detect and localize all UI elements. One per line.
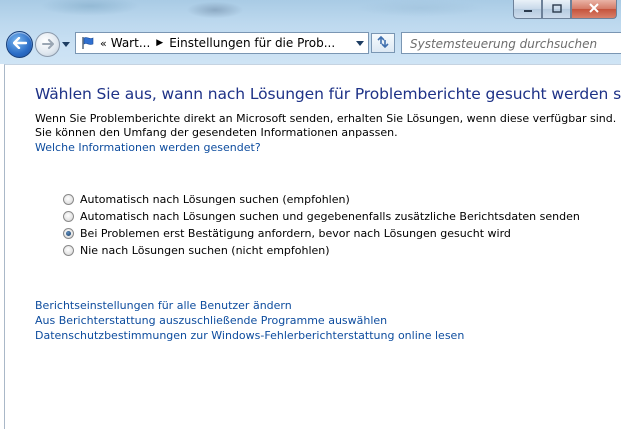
address-overflow-chevron[interactable]: « [100,37,107,50]
forward-button[interactable] [35,32,60,57]
chevron-down-icon [62,36,70,50]
page-description: Wenn Sie Problemberichte direkt an Micro… [35,112,617,139]
breadcrumb-separator-icon[interactable]: ▶ [156,38,163,48]
link-exclude-programs[interactable]: Aus Berichterstattung auszuschließende P… [35,313,464,328]
content-panel: Wählen Sie aus, wann nach Lösungen für P… [4,64,621,429]
address-bar[interactable]: « Wart... ▶ Einstellungen für die Prob..… [75,32,369,54]
option-ask-first[interactable]: Bei Problemen erst Bestätigung anfordern… [63,225,580,242]
radio-button[interactable] [63,245,74,256]
back-arrow-icon [12,36,27,52]
option-auto-check[interactable]: Automatisch nach Lösungen suchen (empfoh… [63,191,580,208]
address-dropdown-button[interactable] [352,33,368,53]
search-box[interactable] [401,32,621,54]
recent-pages-dropdown[interactable] [61,38,71,48]
minimize-button[interactable] [513,0,542,19]
caption-buttons [513,0,617,20]
option-label: Automatisch nach Lösungen suchen und geg… [80,210,580,223]
link-privacy-statement[interactable]: Datenschutzbestimmungen zur Windows-Fehl… [35,328,464,343]
radio-button[interactable] [63,211,74,222]
radio-button-selected[interactable] [63,228,74,239]
maximize-icon [551,3,562,16]
link-report-settings-all-users[interactable]: Berichtseinstellungen für alle Benutzer … [35,298,464,313]
option-never-check[interactable]: Nie nach Lösungen suchen (nicht empfohle… [63,242,580,259]
option-auto-check-with-data[interactable]: Automatisch nach Lösungen suchen und geg… [63,208,580,225]
close-button[interactable] [571,0,617,19]
option-label: Automatisch nach Lösungen suchen (empfoh… [80,193,350,206]
refresh-icon [375,35,391,52]
back-button[interactable] [6,31,33,58]
search-input[interactable] [410,37,610,51]
maximize-button[interactable] [542,0,571,19]
breadcrumb-item-current[interactable]: Einstellungen für die Prob... [169,36,335,50]
minimize-icon [523,3,533,16]
breadcrumb-item[interactable]: Wart... [111,36,151,50]
page-title: Wählen Sie aus, wann nach Lösungen für P… [35,85,621,103]
radio-button[interactable] [63,194,74,205]
refresh-button[interactable] [371,33,395,53]
info-link[interactable]: Welche Informationen werden gesendet? [35,141,261,154]
option-label: Nie nach Lösungen suchen (nicht empfohle… [80,244,330,257]
window-chrome: « Wart... ▶ Einstellungen für die Prob..… [0,0,621,64]
related-links: Berichtseinstellungen für alle Benutzer … [35,298,464,343]
forward-arrow-icon [41,38,54,52]
close-icon [589,2,599,16]
option-label: Bei Problemen erst Bestätigung anfordern… [80,227,511,240]
options-radio-group: Automatisch nach Lösungen suchen (empfoh… [63,191,580,259]
flag-icon [79,34,97,52]
